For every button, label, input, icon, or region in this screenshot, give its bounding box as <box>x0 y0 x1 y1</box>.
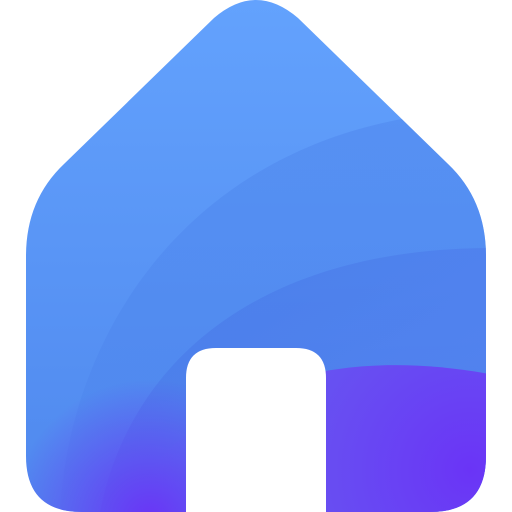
app-icon <box>0 0 512 512</box>
home-icon <box>26 0 486 512</box>
door-shape <box>186 348 326 512</box>
